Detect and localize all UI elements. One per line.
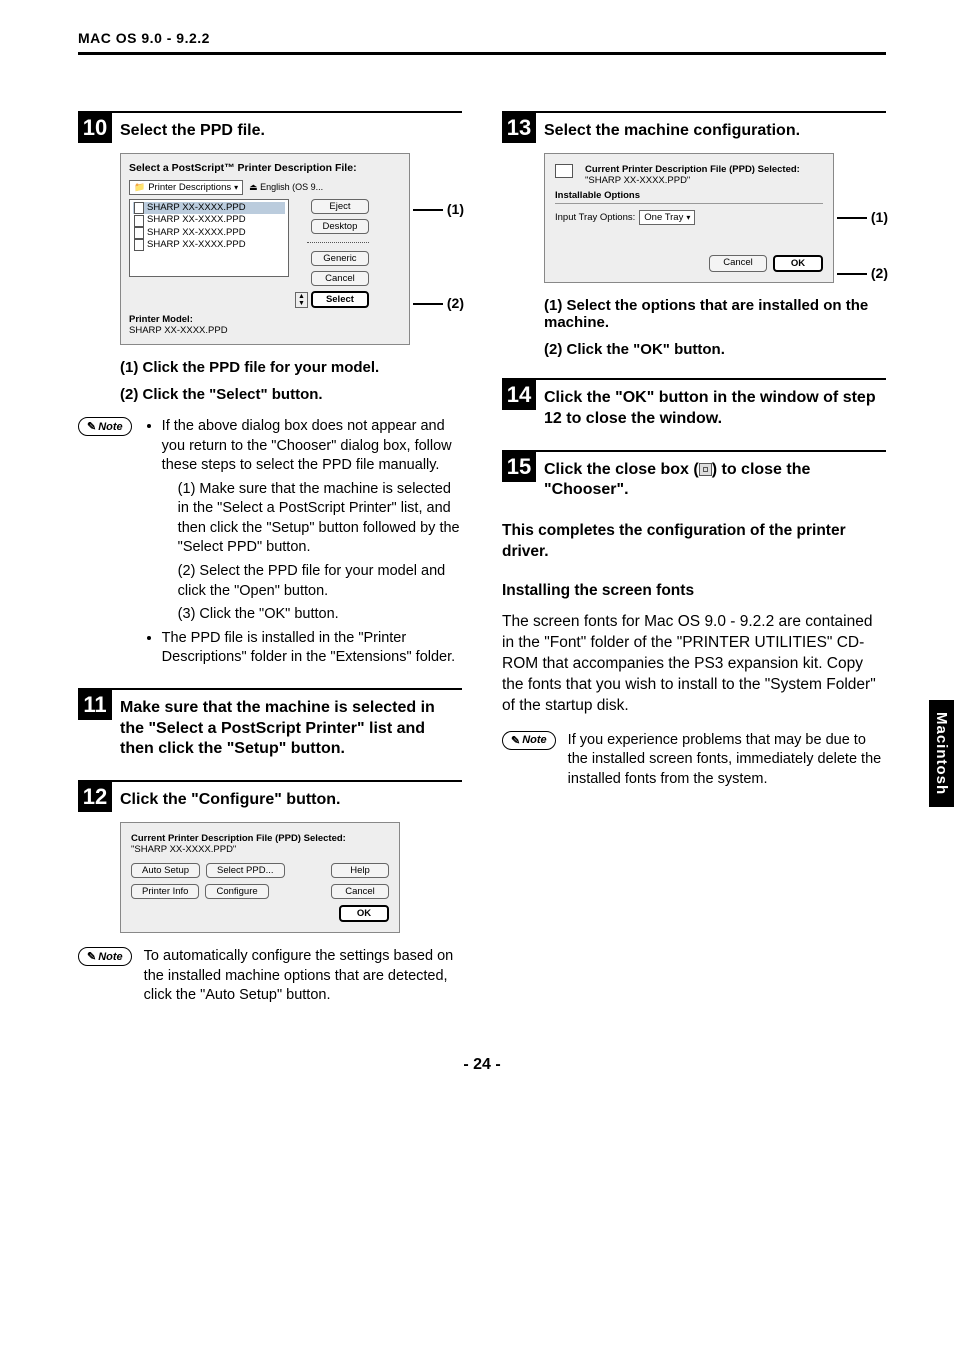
step-number-12: 12 <box>78 782 112 812</box>
cancel-button[interactable]: Cancel <box>311 271 369 286</box>
configure-dialog: Current Printer Description File (PPD) S… <box>120 822 400 933</box>
lang-label: English (OS 9... <box>260 182 323 192</box>
list-item[interactable]: SHARP XX-XXXX.PPD <box>133 227 285 239</box>
step-13-title: Select the machine configuration. <box>544 121 800 142</box>
step-14-title: Click the "OK" button in the window of s… <box>544 388 886 430</box>
side-tab-macintosh: Macintosh <box>929 700 954 807</box>
step-11-title: Make sure that the machine is selected i… <box>120 698 462 760</box>
installable-options-label: Installable Options <box>555 190 823 201</box>
list-item-label: SHARP XX-XXXX.PPD <box>147 202 246 214</box>
select-ppd-button[interactable]: Select PPD... <box>206 863 285 878</box>
callout-1: (1) <box>413 201 464 217</box>
step-number-13: 13 <box>502 113 536 143</box>
list-item[interactable]: SHARP XX-XXXX.PPD <box>133 239 285 251</box>
fonts-body: The screen fonts for Mac OS 9.0 - 9.2.2 … <box>502 612 886 717</box>
step-number-14: 14 <box>502 380 536 410</box>
step13-sub1: (1) Select the options that are installe… <box>544 297 886 331</box>
note-icon: Note <box>78 417 132 436</box>
doc-icon <box>134 215 144 227</box>
dialog-file: "SHARP XX-XXXX.PPD" <box>585 175 800 186</box>
note-sub: (2) Select the PPD file for your model a… <box>178 562 462 601</box>
dialog-title: Current Printer Description File (PPD) S… <box>131 833 389 844</box>
ppd-listbox[interactable]: SHARP XX-XXXX.PPD SHARP XX-XXXX.PPD SHAR… <box>129 199 289 277</box>
printer-model-value: SHARP XX-XXXX.PPD <box>129 325 401 336</box>
note-sub: (1) Make sure that the machine is select… <box>178 480 462 558</box>
desktop-button[interactable]: Desktop <box>311 219 369 234</box>
right-column: 13 Select the machine configuration. Cur… <box>502 111 886 1026</box>
note-bullet: If the above dialog box does not appear … <box>162 417 462 625</box>
step13-sub2: (2) Click the "OK" button. <box>544 341 886 358</box>
auto-setup-button[interactable]: Auto Setup <box>131 863 200 878</box>
dialog-title: Select a PostScript™ Printer Description… <box>129 162 401 174</box>
step-number-10: 10 <box>78 113 112 143</box>
options-dialog: Current Printer Description File (PPD) S… <box>544 153 834 283</box>
step-12: 12 Click the "Configure" button. Current… <box>78 780 462 1006</box>
callout-1: (1) <box>837 209 888 225</box>
divider <box>307 242 369 243</box>
left-column: 10 Select the PPD file. Select a PostScr… <box>78 111 462 1026</box>
step12-note: Note To automatically configure the sett… <box>78 947 462 1006</box>
callout-2: (2) <box>413 295 464 311</box>
dropdown-label: Printer Descriptions <box>148 182 231 193</box>
step-15-title: Click the close box () to close the "Cho… <box>544 460 886 502</box>
completion-text: This completes the configuration of the … <box>502 521 886 563</box>
printer-model-label: Printer Model: <box>129 314 401 325</box>
configure-button[interactable]: Configure <box>205 884 268 899</box>
note-text: To automatically configure the settings … <box>144 947 462 1006</box>
list-item-label: SHARP XX-XXXX.PPD <box>147 214 246 226</box>
doc-icon <box>134 227 144 239</box>
note-icon: Note <box>78 947 132 966</box>
page-number: - 24 - <box>78 1056 886 1074</box>
eject-button[interactable]: Eject <box>311 199 369 214</box>
spinner[interactable]: ▲▼ <box>295 292 308 308</box>
step10-sub2: (2) Click the "Select" button. <box>120 386 462 403</box>
printer-info-button[interactable]: Printer Info <box>131 884 199 899</box>
step-number-11: 11 <box>78 690 112 720</box>
note-text: If you experience problems that may be d… <box>568 731 886 790</box>
fonts-note: Note If you experience problems that may… <box>502 731 886 790</box>
ok-button[interactable]: OK <box>339 905 389 922</box>
content-columns: 10 Select the PPD file. Select a PostScr… <box>78 111 886 1026</box>
cancel-button[interactable]: Cancel <box>709 255 767 272</box>
step-11: 11 Make sure that the machine is selecte… <box>78 688 462 760</box>
step-number-15: 15 <box>502 452 536 482</box>
step-12-title: Click the "Configure" button. <box>120 790 341 811</box>
list-item-label: SHARP XX-XXXX.PPD <box>147 227 246 239</box>
doc-icon <box>134 202 144 214</box>
list-item[interactable]: SHARP XX-XXXX.PPD <box>133 214 285 226</box>
step-10: 10 Select the PPD file. Select a PostScr… <box>78 111 462 668</box>
step-15: 15 Click the close box () to close the "… <box>502 450 886 502</box>
step10-note: Note If the above dialog box does not ap… <box>78 417 462 668</box>
step-13: 13 Select the machine configuration. Cur… <box>502 111 886 358</box>
step10-sub1: (1) Click the PPD file for your model. <box>120 359 462 376</box>
step-10-title: Select the PPD file. <box>120 121 265 142</box>
cancel-button[interactable]: Cancel <box>331 884 389 899</box>
note-sub: (3) Click the "OK" button. <box>178 605 462 625</box>
page-header: MAC OS 9.0 - 9.2.2 <box>78 30 886 55</box>
help-button[interactable]: Help <box>331 863 389 878</box>
note-icon: Note <box>502 731 556 750</box>
generic-button[interactable]: Generic <box>311 251 369 266</box>
dialog-title: Current Printer Description File (PPD) S… <box>585 164 800 175</box>
ok-button[interactable]: OK <box>773 255 823 272</box>
ppd-select-dialog: Select a PostScript™ Printer Description… <box>120 153 410 345</box>
folder-dropdown[interactable]: 📁Printer Descriptions <box>129 180 243 195</box>
select-button[interactable]: Select <box>311 291 369 308</box>
fonts-heading: Installing the screen fonts <box>502 581 886 602</box>
list-item[interactable]: SHARP XX-XXXX.PPD <box>133 202 285 214</box>
option-label: Input Tray Options: <box>555 212 635 223</box>
dropdown-value: One Tray <box>644 212 683 223</box>
doc-icon <box>134 239 144 251</box>
note-bullet: The PPD file is installed in the "Printe… <box>162 629 462 668</box>
step-14: 14 Click the "OK" button in the window o… <box>502 378 886 430</box>
close-box-icon <box>699 463 712 476</box>
dialog-file: "SHARP XX-XXXX.PPD" <box>131 844 389 855</box>
callout-2: (2) <box>837 265 888 281</box>
input-tray-dropdown[interactable]: One Tray <box>639 210 695 225</box>
printer-icon <box>555 164 573 178</box>
list-item-label: SHARP XX-XXXX.PPD <box>147 239 246 251</box>
